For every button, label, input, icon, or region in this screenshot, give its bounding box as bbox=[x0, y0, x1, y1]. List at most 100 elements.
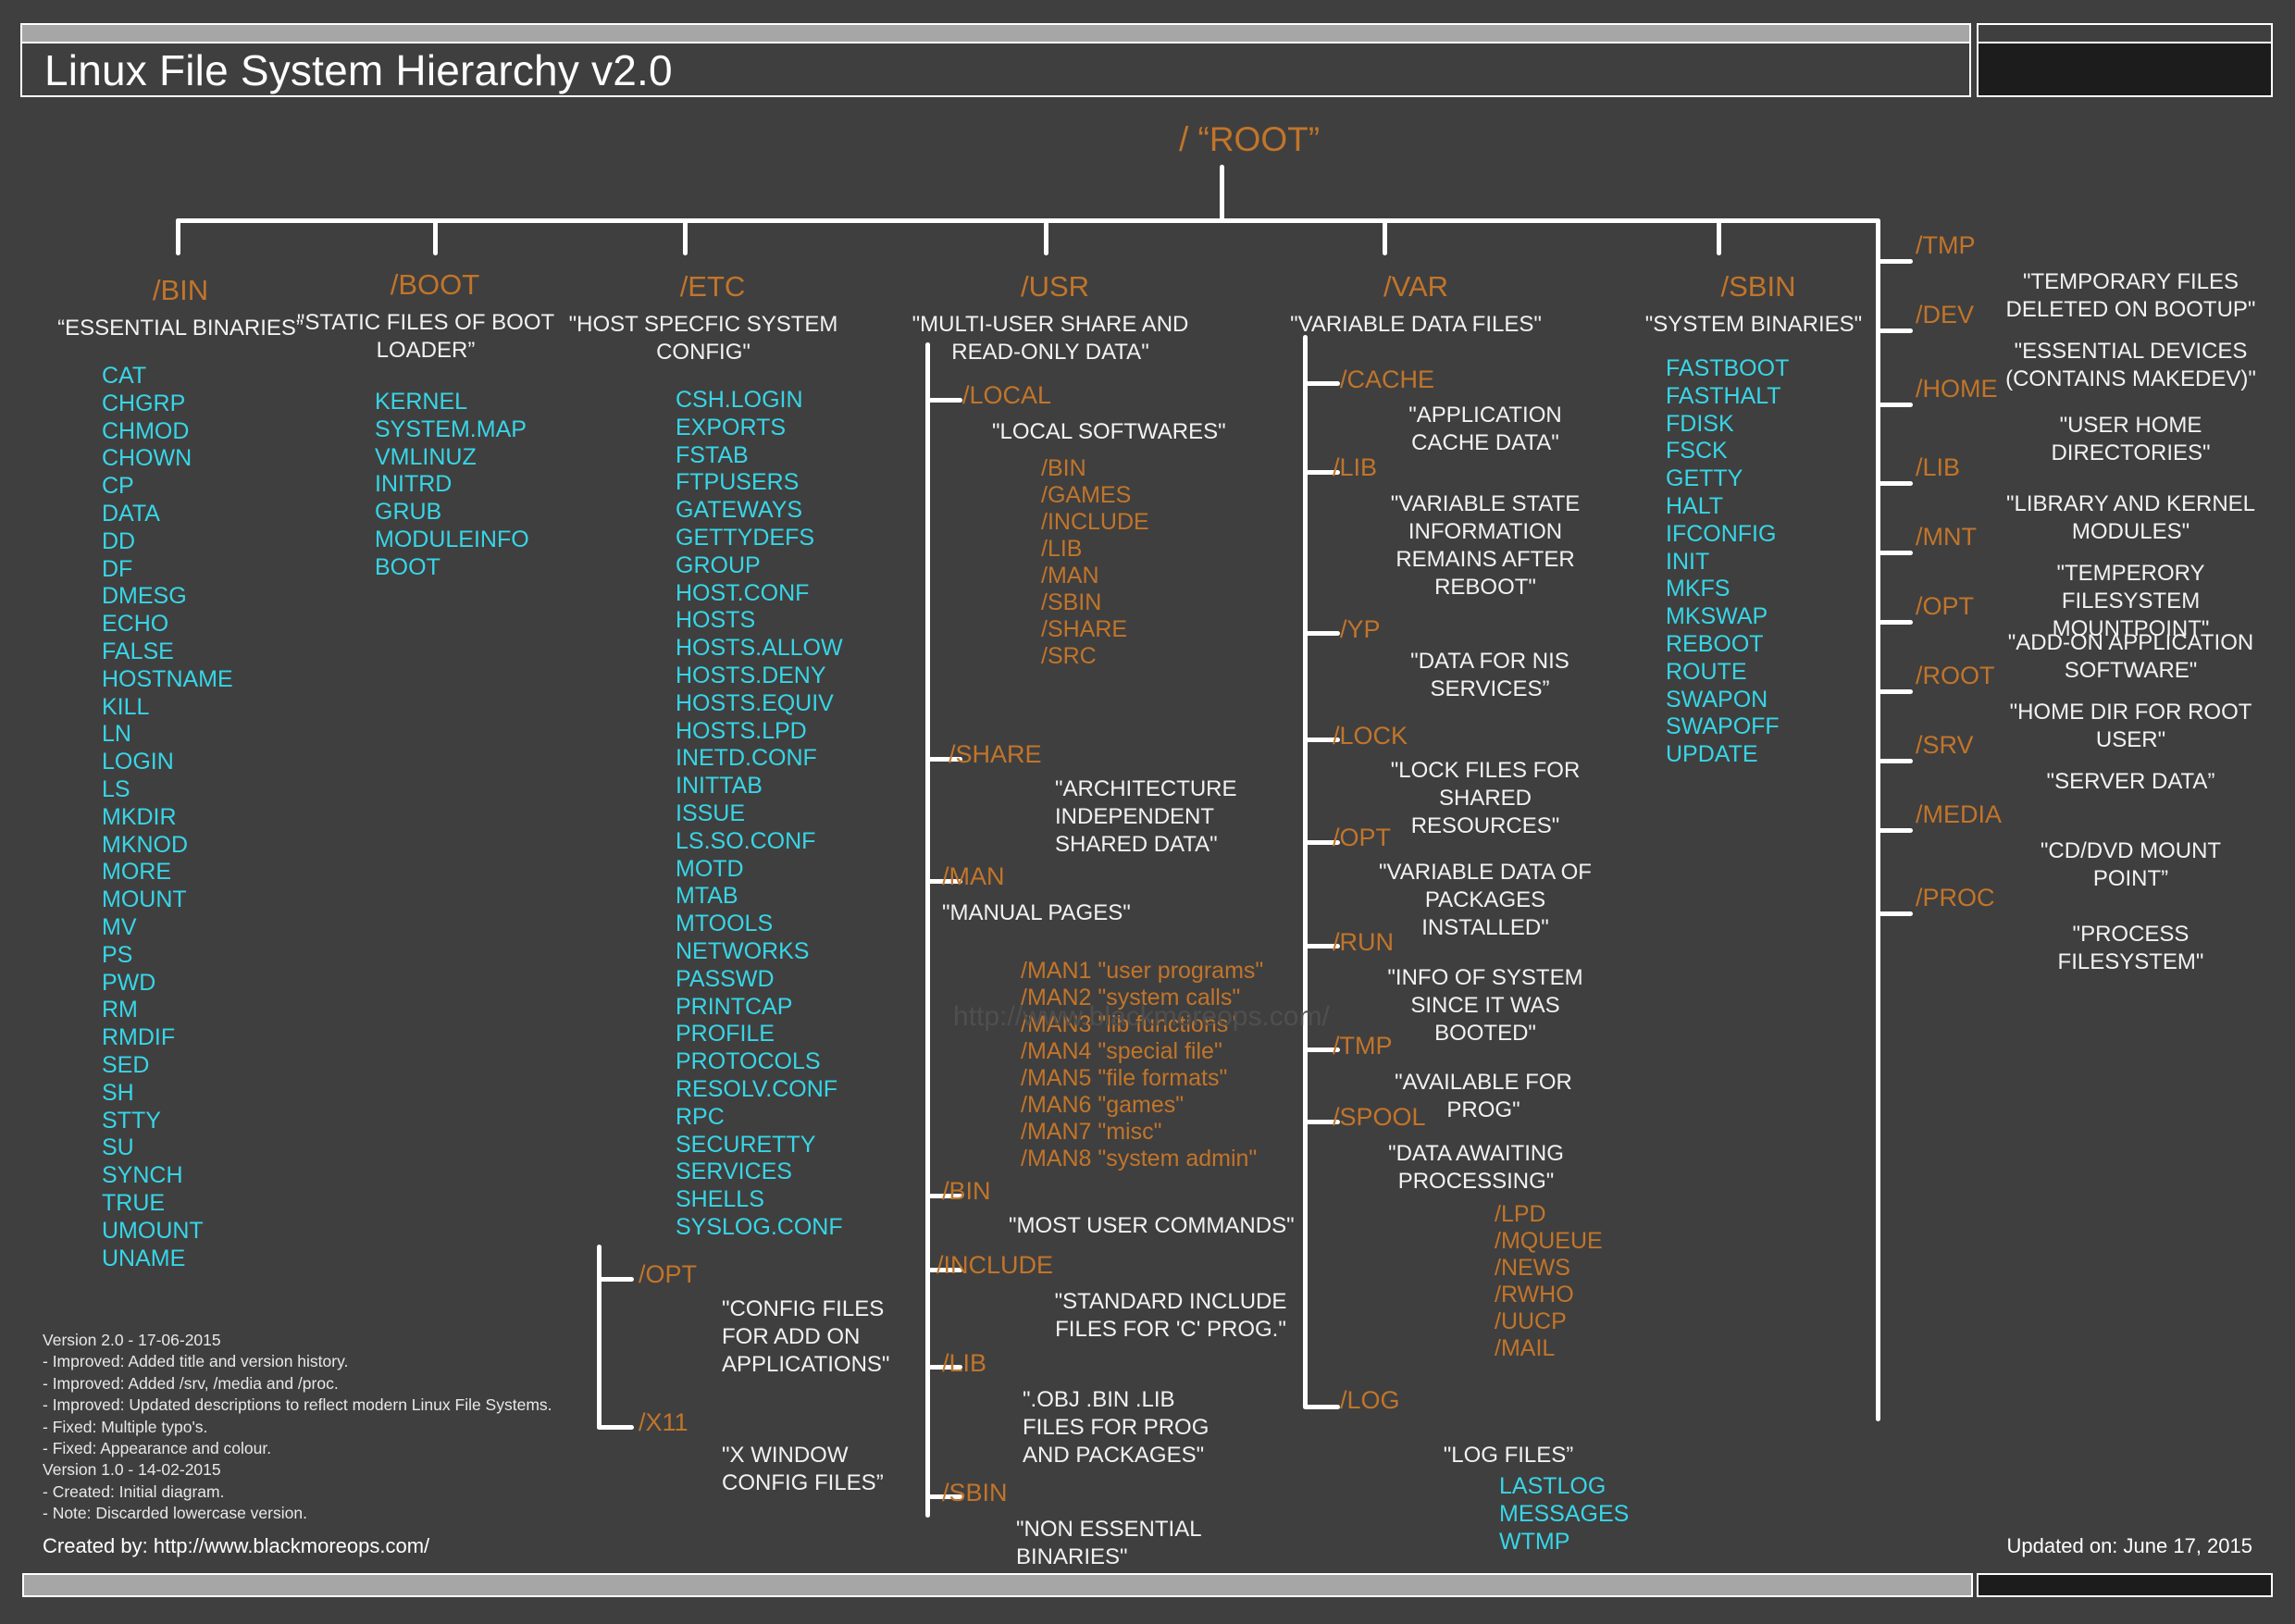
tree-stub-var-yp bbox=[1303, 631, 1340, 636]
file-item: GROUP bbox=[676, 552, 761, 578]
file-item: LOGIN bbox=[102, 749, 174, 775]
file-item: MKFS bbox=[1666, 576, 1731, 602]
file-item: GATEWAYS bbox=[676, 497, 803, 524]
tree-drop-etc bbox=[683, 218, 688, 255]
tree-stub-etc-opt bbox=[597, 1277, 634, 1282]
file-item: STTY bbox=[102, 1107, 161, 1134]
file-item: IFCONFIG bbox=[1666, 520, 1777, 547]
node-right-opt-desc: "ADD-ON APPLICATION SOFTWARE" bbox=[2007, 630, 2254, 683]
subdir-item: /UUCP bbox=[1495, 1308, 1567, 1334]
file-item: MORE bbox=[102, 859, 171, 886]
node-usr-share-desc: "ARCHITECTURE INDEPENDENT SHARED DATA" bbox=[1055, 776, 1237, 857]
subdir-item: /MAN4 "special file" bbox=[1021, 1038, 1222, 1064]
file-item: PS bbox=[102, 941, 133, 968]
column-usr-desc: "MULTI-USER SHARE AND READ-ONLY DATA" bbox=[912, 312, 1189, 365]
file-item: UMOUNT bbox=[102, 1217, 204, 1244]
node-var-log-desc: "LOG FILES” bbox=[1443, 1443, 1574, 1468]
subdir-item: /MAN8 "system admin" bbox=[1021, 1146, 1258, 1172]
file-item: PWD bbox=[102, 969, 156, 996]
node-right-mnt-label: /MNT bbox=[1916, 523, 1977, 551]
node-usr-local-desc: "LOCAL SOFTWARES" bbox=[992, 419, 1226, 444]
node-right-dev-label: /DEV bbox=[1916, 301, 1975, 329]
node-right-root-desc: "HOME DIR FOR ROOT USER" bbox=[2009, 700, 2252, 752]
tree-drop-boot bbox=[433, 218, 438, 255]
file-item: LN bbox=[102, 721, 131, 748]
file-item: HOSTS.LPD bbox=[676, 717, 807, 744]
file-item: BOOT bbox=[375, 553, 440, 580]
node-var-cache-label: /CACHE bbox=[1340, 366, 1435, 393]
subdir-item: /MAN7 "misc" bbox=[1021, 1119, 1162, 1145]
watermark-text: http://www.blackmoreops.com/ bbox=[953, 1001, 1330, 1032]
tree-drop-usr bbox=[1044, 218, 1048, 255]
tree-stub-right-mnt bbox=[1876, 551, 1913, 555]
subdir-item: /LPD bbox=[1495, 1201, 1546, 1227]
file-item: SH bbox=[102, 1079, 134, 1106]
file-item: MOUNT bbox=[102, 886, 187, 913]
subdir-item: /NEWS bbox=[1495, 1255, 1570, 1281]
column-sbin: /SBIN "SYSTEM BINARIES" FASTBOOT FASTHALT… bbox=[1592, 270, 1925, 769]
file-item: PRINTCAP bbox=[676, 993, 793, 1020]
file-item: PROFILE bbox=[676, 1021, 775, 1048]
file-item: SU bbox=[102, 1134, 134, 1161]
node-usr-local-subdirs: /BIN/GAMES/INCLUDE/LIB/MAN/SBIN/SHARE/SR… bbox=[1041, 455, 1149, 670]
column-sbin-desc: "SYSTEM BINARIES" bbox=[1644, 312, 1863, 337]
node-var-lock-label: /LOCK bbox=[1333, 722, 1408, 750]
subdir-item: /MAN1 "user programs" bbox=[1021, 958, 1264, 984]
file-item: UPDATE bbox=[1666, 741, 1758, 768]
tree-line-main-bus bbox=[176, 218, 1879, 223]
file-item: GETTYDEFS bbox=[676, 524, 815, 551]
node-usr-share-label: /SHARE bbox=[949, 740, 1042, 768]
file-item: INITTAB bbox=[676, 773, 763, 800]
tree-stub-var-log bbox=[1303, 1405, 1340, 1409]
node-etc-x11-desc: "X WINDOW CONFIG FILES” bbox=[722, 1443, 884, 1495]
file-item: LS bbox=[102, 775, 130, 802]
file-item: REBOOT bbox=[1666, 630, 1764, 657]
header-corner-accent bbox=[1977, 23, 2273, 43]
column-boot-title: /BOOT bbox=[390, 268, 480, 301]
subdir-item: /MAIL bbox=[1495, 1335, 1556, 1361]
column-var-title: /VAR bbox=[1383, 270, 1449, 303]
column-sbin-title: /SBIN bbox=[1720, 270, 1796, 303]
file-item: SYSTEM.MAP bbox=[375, 415, 527, 442]
node-var-tmp-label: /TMP bbox=[1333, 1032, 1393, 1060]
tree-stub-right-opt bbox=[1876, 620, 1913, 625]
tree-line-usr-spine bbox=[925, 342, 930, 1518]
subdir-item: /MAN bbox=[1041, 563, 1099, 589]
file-item: ROUTE bbox=[1666, 658, 1747, 685]
column-boot-desc: "STATIC FILES OF BOOT LOADER” bbox=[296, 310, 555, 363]
tree-line-var-spine bbox=[1303, 335, 1308, 1408]
file-item: FASTBOOT bbox=[1666, 355, 1790, 381]
node-usr-include-label: /INCLUDE bbox=[937, 1251, 1054, 1279]
file-item: SWAPOFF bbox=[1666, 713, 1780, 740]
node-right-media-desc: "CD/DVD MOUNT POINT” bbox=[2040, 838, 2222, 891]
file-item: GETTY bbox=[1666, 465, 1743, 492]
file-item: LS.SO.CONF bbox=[676, 827, 816, 854]
node-right-media-label: /MEDIA bbox=[1916, 800, 2003, 828]
tree-stub-usr-local bbox=[925, 398, 962, 403]
tree-stub-right-home bbox=[1876, 403, 1913, 407]
node-usr-lib-desc: ".OBJ .BIN .LIB FILES FOR PROG AND PACKA… bbox=[1023, 1387, 1210, 1468]
subdir-item: /MAN5 "file formats" bbox=[1021, 1065, 1228, 1091]
column-boot: /BOOT "STATIC FILES OF BOOT LOADER” KERN… bbox=[287, 268, 583, 582]
node-right-home-label: /HOME bbox=[1916, 375, 1998, 403]
file-item: NETWORKS bbox=[676, 937, 810, 964]
tree-stub-right-media bbox=[1876, 828, 1913, 833]
node-right-tmp-label: /TMP bbox=[1916, 231, 1976, 259]
version-history-notes: Version 2.0 - 17-06-2015 - Improved: Add… bbox=[43, 1331, 552, 1523]
tree-stub-right-tmp bbox=[1876, 259, 1913, 264]
tree-stub-right-proc bbox=[1876, 911, 1913, 916]
file-item: CSH.LOGIN bbox=[676, 387, 803, 413]
page-title: Linux File System Hierarchy v2.0 bbox=[44, 46, 673, 94]
file-item: RESOLV.CONF bbox=[676, 1075, 838, 1102]
node-var-lib-desc: "VARIABLE STATE INFORMATION REMAINS AFTE… bbox=[1390, 491, 1581, 600]
subdir-item: /INCLUDE bbox=[1041, 509, 1149, 535]
subdir-item: /MQUEUE bbox=[1495, 1228, 1603, 1254]
node-usr-man-label: /MAN bbox=[942, 862, 1005, 890]
file-item: SYNCH bbox=[102, 1162, 183, 1189]
node-var-yp-label: /YP bbox=[1340, 615, 1381, 643]
node-var-lock-desc: "LOCK FILES FOR SHARED RESOURCES" bbox=[1390, 758, 1581, 838]
subdir-item: /BIN bbox=[1041, 455, 1086, 481]
file-item: PROTOCOLS bbox=[676, 1048, 821, 1075]
root-node-label: / “ROOT” bbox=[1178, 120, 1321, 158]
file-item: HOSTS bbox=[676, 607, 756, 634]
